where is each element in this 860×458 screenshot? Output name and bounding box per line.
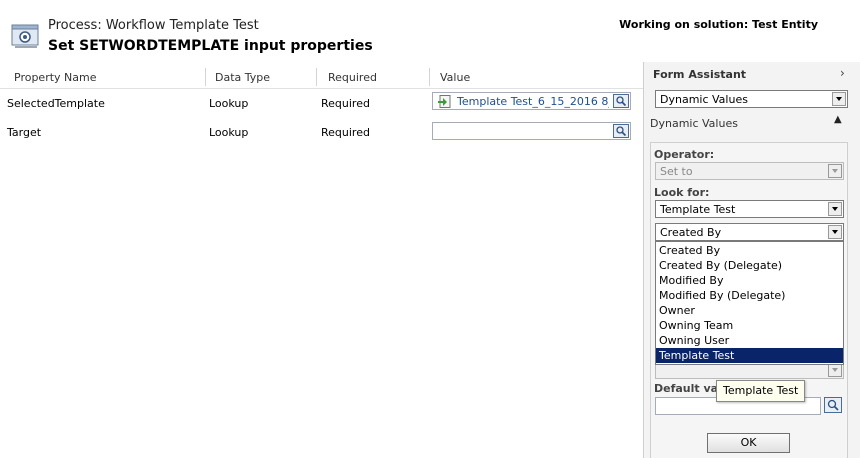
selected-template-value[interactable]: Template Test_6_15_2016 8_06 [457, 95, 609, 108]
operator-select[interactable]: Set to [655, 162, 844, 180]
row-property-name: SelectedTemplate [7, 97, 105, 110]
page-title: Set SETWORDTEMPLATE input properties [48, 38, 373, 54]
dropdown-arrow-icon[interactable] [828, 225, 842, 239]
dropdown-arrow-icon[interactable] [828, 202, 842, 216]
collapse-up-icon[interactable]: ▲ [834, 114, 842, 125]
dropdown-option[interactable]: Created By [656, 243, 843, 258]
dropdown-option[interactable]: Modified By (Delegate) [656, 288, 843, 303]
selected-template-lookup[interactable]: Template Test_6_15_2016 8_06 [432, 92, 631, 110]
row-data-type: Lookup [209, 126, 249, 139]
column-header-data-type[interactable]: Data Type [215, 68, 270, 88]
dropdown-option-selected[interactable]: Template Test [656, 348, 843, 363]
process-icon [11, 22, 41, 50]
process-name: Process: Workflow Template Test [48, 18, 259, 33]
dropdown-arrow-icon[interactable] [828, 164, 842, 178]
look-for-field-select[interactable]: Created By [655, 223, 844, 241]
dynamic-values-section-title: Dynamic Values [650, 117, 738, 130]
dropdown-option[interactable]: Modified By [656, 273, 843, 288]
assistant-mode-select[interactable]: Dynamic Values [655, 90, 848, 108]
header-divider [0, 88, 643, 89]
look-for-entity-value: Template Test [660, 203, 736, 216]
dropdown-option[interactable]: Owner [656, 303, 843, 318]
assistant-mode-value: Dynamic Values [660, 93, 748, 106]
column-divider [429, 68, 430, 86]
ok-button[interactable]: OK [707, 433, 790, 453]
dropdown-option[interactable]: Owning Team [656, 318, 843, 333]
look-for-label: Look for: [654, 186, 710, 199]
column-divider [205, 68, 206, 86]
solution-indicator: Working on solution: Test Entity [619, 18, 818, 31]
form-assistant-title: Form Assistant [653, 68, 747, 81]
lookup-search-icon[interactable] [613, 94, 629, 108]
column-header-property-name[interactable]: Property Name [14, 68, 97, 88]
field-dropdown-list[interactable]: Created By Created By (Delegate) Modifie… [655, 241, 844, 365]
row-required: Required [321, 126, 370, 139]
dropdown-option[interactable]: Created By (Delegate) [656, 258, 843, 273]
row-required: Required [321, 97, 370, 110]
lookup-search-icon[interactable] [613, 124, 629, 138]
row-data-type: Lookup [209, 97, 249, 110]
column-header-required[interactable]: Required [328, 68, 377, 88]
dropdown-arrow-icon[interactable] [832, 92, 846, 106]
look-for-entity-select[interactable]: Template Test [655, 200, 844, 218]
dropdown-arrow-icon[interactable] [828, 363, 842, 377]
look-for-field-value: Created By [660, 226, 722, 239]
chevron-right-icon[interactable]: › [840, 66, 845, 80]
operator-label: Operator: [654, 148, 715, 161]
dropdown-option[interactable]: Owning User [656, 333, 843, 348]
lookup-search-icon[interactable] [824, 397, 842, 416]
column-header-value[interactable]: Value [440, 68, 470, 88]
column-divider [316, 68, 317, 86]
target-lookup[interactable] [432, 122, 631, 140]
row-property-name: Target [7, 126, 42, 139]
entity-record-icon [437, 95, 451, 111]
option-tooltip: Template Test [716, 380, 806, 402]
operator-value: Set to [660, 165, 693, 178]
